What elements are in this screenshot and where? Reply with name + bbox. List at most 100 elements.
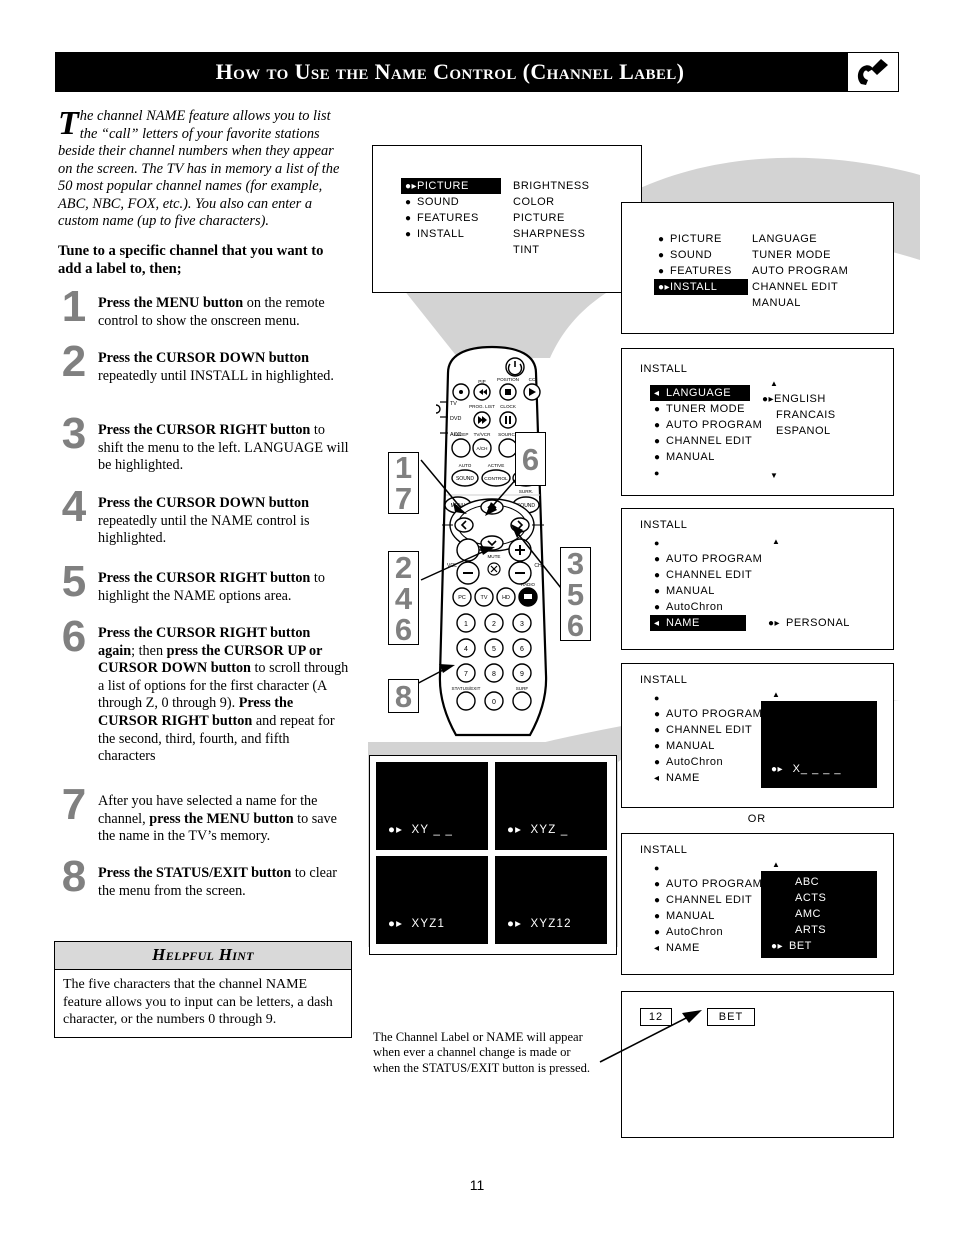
submenu-item: LANGUAGE <box>752 233 818 245</box>
menu-item-picture: ●▸ PICTURE <box>401 178 501 194</box>
step-number: 7 <box>61 780 87 829</box>
helpful-hint-body: The five characters that the channel NAM… <box>63 977 333 1027</box>
callout-3-5-6: 3 5 6 <box>560 547 591 641</box>
option-label: ENGLISH <box>774 393 826 405</box>
menu-item-auto-program: ● AUTO PROGRAM <box>650 876 762 892</box>
manual-page: How to Use the Name Control (Channel Lab… <box>0 0 954 1235</box>
option-personal: ●▸ PERSONAL <box>768 615 850 631</box>
menu-label: FEATURES <box>417 212 479 224</box>
preview-panels-frame: ●▸ XY _ _ ●▸ XYZ _ ●▸ XYZ1 ●▸ XYZ12 <box>369 755 617 955</box>
menu-item-sound: ● SOUND <box>654 247 748 263</box>
svg-text:CLOCK: CLOCK <box>500 404 517 409</box>
menu-item-install: ●▸ INSTALL <box>654 279 748 295</box>
preview-panel-text: ●▸ XY _ _ <box>388 824 454 836</box>
screen1-left-column: ●▸ PICTURE ● SOUND ● FEATURES ● INSTALL <box>401 178 501 242</box>
name-option-arts: ARTS <box>771 922 826 938</box>
bullet-icon: ● <box>405 196 412 208</box>
menu-item-autochron: ● AutoChron <box>650 924 762 940</box>
scroll-more-icon: ● <box>654 863 660 873</box>
menu-label: SOUND <box>417 196 460 208</box>
step-2: 2 Press the CURSOR DOWN button repeatedl… <box>58 340 350 385</box>
bullet-icon: ● <box>654 708 661 720</box>
callout-8: 8 <box>388 679 419 713</box>
bullet-icon: ● <box>654 553 661 565</box>
menu-item-name: ◂ NAME <box>650 615 746 631</box>
option-label: FRANCAIS <box>776 409 836 421</box>
bullet-icon: ● <box>654 403 661 415</box>
step-text: After you have selected a name for the c… <box>98 793 337 845</box>
cursor-left-icon: ◂ <box>654 617 660 629</box>
tv-screen-name-personal: INSTALL ● ● AUTO PROGRAM ● CHANNEL EDIT … <box>621 508 894 650</box>
svg-text:TV/VCR: TV/VCR <box>474 432 492 437</box>
name-option-bet: ●▸ BET <box>771 938 826 954</box>
menu-label: SOUND <box>670 249 713 261</box>
drop-cap: T <box>58 105 79 142</box>
option-label: PERSONAL <box>786 617 850 629</box>
callout-number: 5 <box>566 576 585 612</box>
menu-label: NAME <box>666 617 700 629</box>
option-english: ●▸ ENGLISH <box>762 391 836 407</box>
bullet-icon: ● <box>658 249 665 261</box>
bullet-icon: ● <box>654 451 661 463</box>
menu-item-auto-program: ● AUTO PROGRAM <box>650 551 762 567</box>
screen3-left-column: ◂ LANGUAGE ● TUNER MODE ● AUTO PROGRAM ●… <box>650 385 762 481</box>
screen6-up-arrow: ▲ <box>772 860 781 869</box>
submenu-item: TUNER MODE <box>752 249 831 261</box>
step-text: Press the CURSOR RIGHT button again; the… <box>98 625 349 765</box>
submenu-item: BRIGHTNESS <box>513 180 590 192</box>
cursor-marker-icon: ●▸ <box>388 824 404 836</box>
callout-number: 7 <box>394 481 413 516</box>
preview-panel-text: ●▸ XYZ1 <box>388 918 446 930</box>
step-number: 8 <box>61 852 87 901</box>
step-number: 3 <box>61 409 87 458</box>
preview-caption: The Channel Label or NAME will appear wh… <box>373 1030 591 1075</box>
menu-item-picture: ● PICTURE <box>654 231 748 247</box>
preview-panel-1: ●▸ XY _ _ <box>376 762 488 850</box>
step-3: 3 Press the CURSOR RIGHT button to shift… <box>58 412 350 475</box>
menu-label: AUTO PROGRAM <box>666 708 763 720</box>
menu-label: AUTO PROGRAM <box>666 419 763 431</box>
screen5-up-arrow: ▲ <box>772 690 781 699</box>
menu-item-auto-program: ● AUTO PROGRAM <box>650 417 762 433</box>
menu-item-features: ● FEATURES <box>401 210 501 226</box>
menu-label: FEATURES <box>670 265 732 277</box>
menu-item-features: ● FEATURES <box>654 263 748 279</box>
scroll-more-icon: ● <box>654 693 660 703</box>
option-francais: FRANCAIS <box>762 407 836 423</box>
screen5-name-entry-panel: ●▸ X_ _ _ _ <box>761 701 877 788</box>
step-text: Press the CURSOR DOWN button repeatedly … <box>98 350 334 384</box>
philips-hook-icon <box>847 52 899 92</box>
menu-label: MANUAL <box>666 451 715 463</box>
bullet-icon: ● <box>654 585 661 597</box>
bullet-icon: ● <box>654 926 661 938</box>
screen5-left-column: ● ● AUTO PROGRAM ● CHANNEL EDIT ● MANUAL… <box>650 690 762 786</box>
bullet-icon: ● <box>405 212 412 224</box>
menu-item-channel-edit: ● CHANNEL EDIT <box>650 722 762 738</box>
cursor-marker-icon: ●▸ <box>507 918 523 930</box>
intro-paragraph: The channel NAME feature allows you to l… <box>58 105 350 231</box>
callout-number: 2 <box>394 549 413 585</box>
menu-item-autochron: ● AutoChron <box>650 754 762 770</box>
menu-label: CHANNEL EDIT <box>666 894 753 906</box>
option-label: AMC <box>795 908 821 920</box>
preview-panel-3: ●▸ XYZ1 <box>376 856 488 944</box>
menu-label: NAME <box>666 772 700 784</box>
menu-label: LANGUAGE <box>666 387 732 399</box>
menu-label: AUTO PROGRAM <box>666 878 763 890</box>
step-number: 4 <box>61 482 87 531</box>
tv-screen-name-list: INSTALL ● ● AUTO PROGRAM ● CHANNEL EDIT … <box>621 833 894 975</box>
menu-label: AutoChron <box>666 926 724 938</box>
bullet-icon: ● <box>654 419 661 431</box>
preview-panel-text: ●▸ XYZ12 <box>507 918 572 930</box>
step-8: 8 Press the STATUS/EXIT button to clear … <box>58 855 350 900</box>
or-separator-label: OR <box>747 813 767 825</box>
callout-number: 3 <box>566 545 585 581</box>
menu-item-manual: ● MANUAL <box>650 449 762 465</box>
menu-label: AutoChron <box>666 756 724 768</box>
page-header-bar: How to Use the Name Control (Channel Lab… <box>55 52 899 92</box>
menu-item-channel-edit: ● CHANNEL EDIT <box>650 567 762 583</box>
screen3-up-arrow: ▲ <box>770 379 779 388</box>
menu-item-install: ● INSTALL <box>401 226 501 242</box>
bullet-icon: ● <box>654 878 661 890</box>
page-number: 11 <box>469 1177 485 1193</box>
